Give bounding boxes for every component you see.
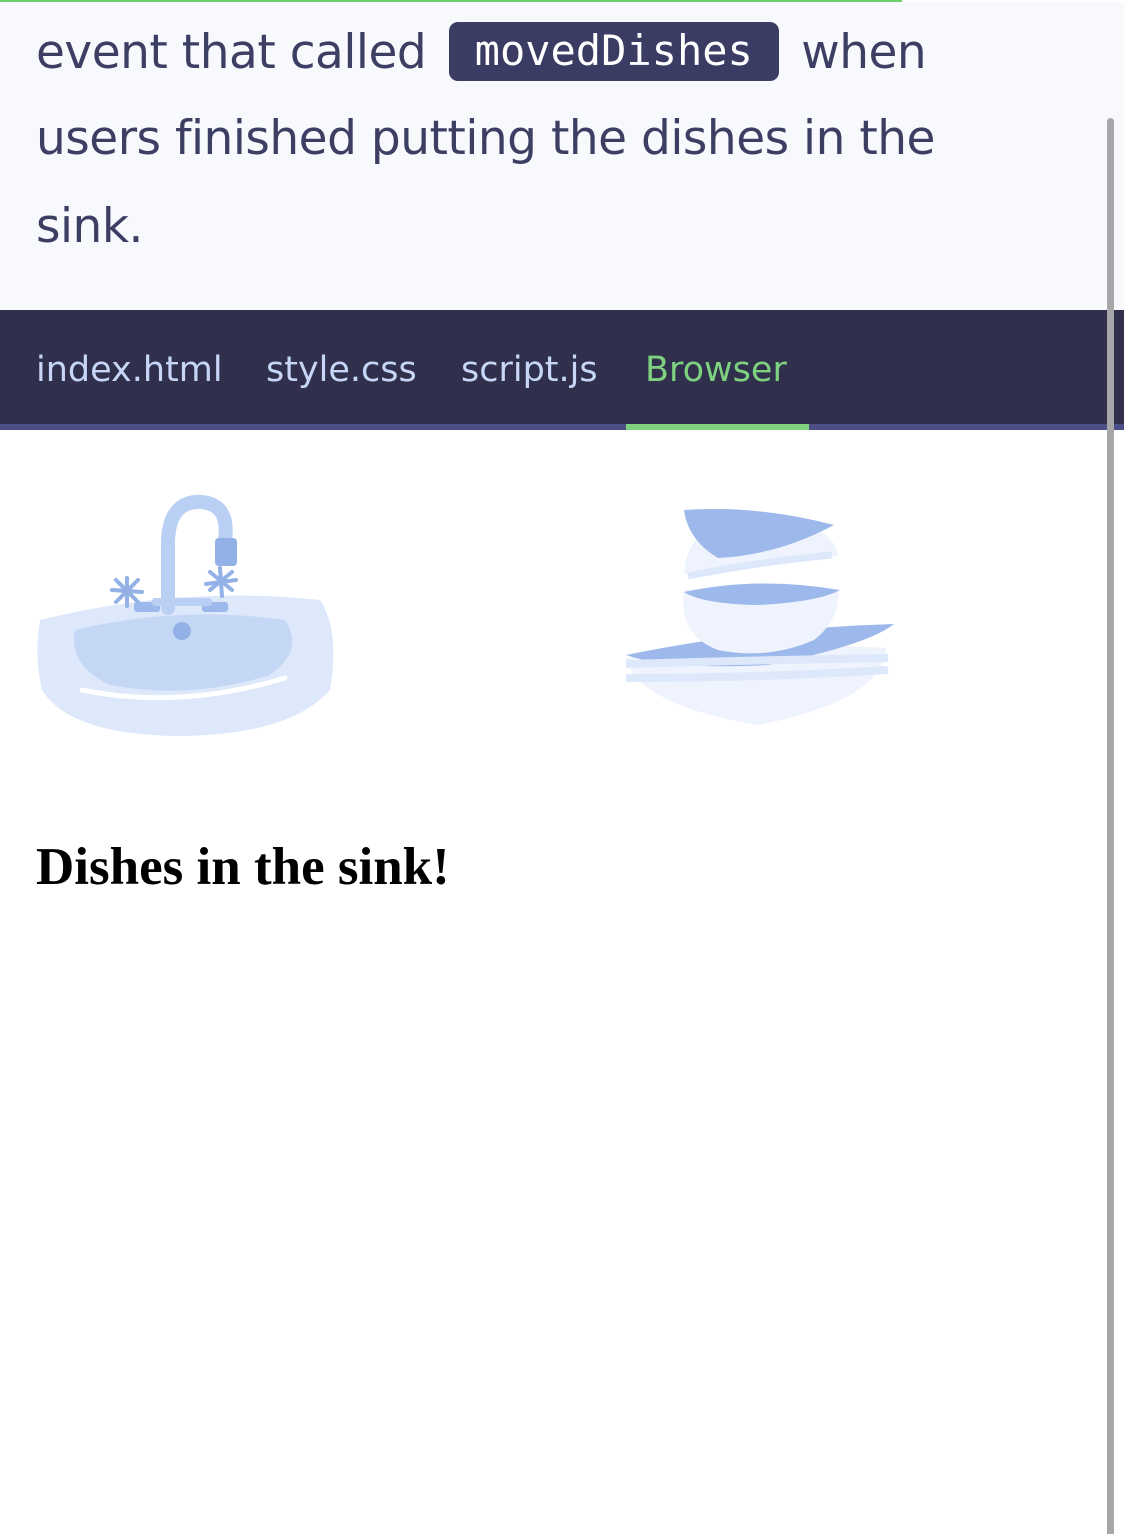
lesson-line-3: sink. — [36, 199, 144, 254]
code-term: movedDishes — [448, 22, 779, 81]
tab-index-html[interactable]: index.html — [36, 350, 223, 390]
tab-style-css[interactable]: style.css — [266, 350, 417, 390]
browser-preview: Dishes in the sink! — [0, 430, 1124, 1534]
lesson-line-1: event that called movedDishes when — [36, 22, 927, 81]
lesson-text-after-code: when — [801, 25, 927, 80]
dish-stack-icon[interactable] — [618, 500, 908, 730]
lesson-line-2: users finished putting the dishes in the — [36, 111, 935, 166]
sink-icon[interactable] — [30, 490, 340, 740]
lesson-text-before-code: event that called — [36, 25, 427, 80]
tab-script-js[interactable]: script.js — [461, 350, 598, 390]
app-page: event that called movedDishes when users… — [0, 0, 1124, 1534]
browser-heading: Dishes in the sink! — [36, 838, 450, 896]
lesson-text: event that called movedDishes when users… — [0, 2, 1124, 310]
scrollbar-thumb[interactable] — [1107, 118, 1114, 1534]
tab-browser[interactable]: Browser — [645, 350, 787, 390]
scrollbar[interactable] — [1106, 0, 1124, 1534]
